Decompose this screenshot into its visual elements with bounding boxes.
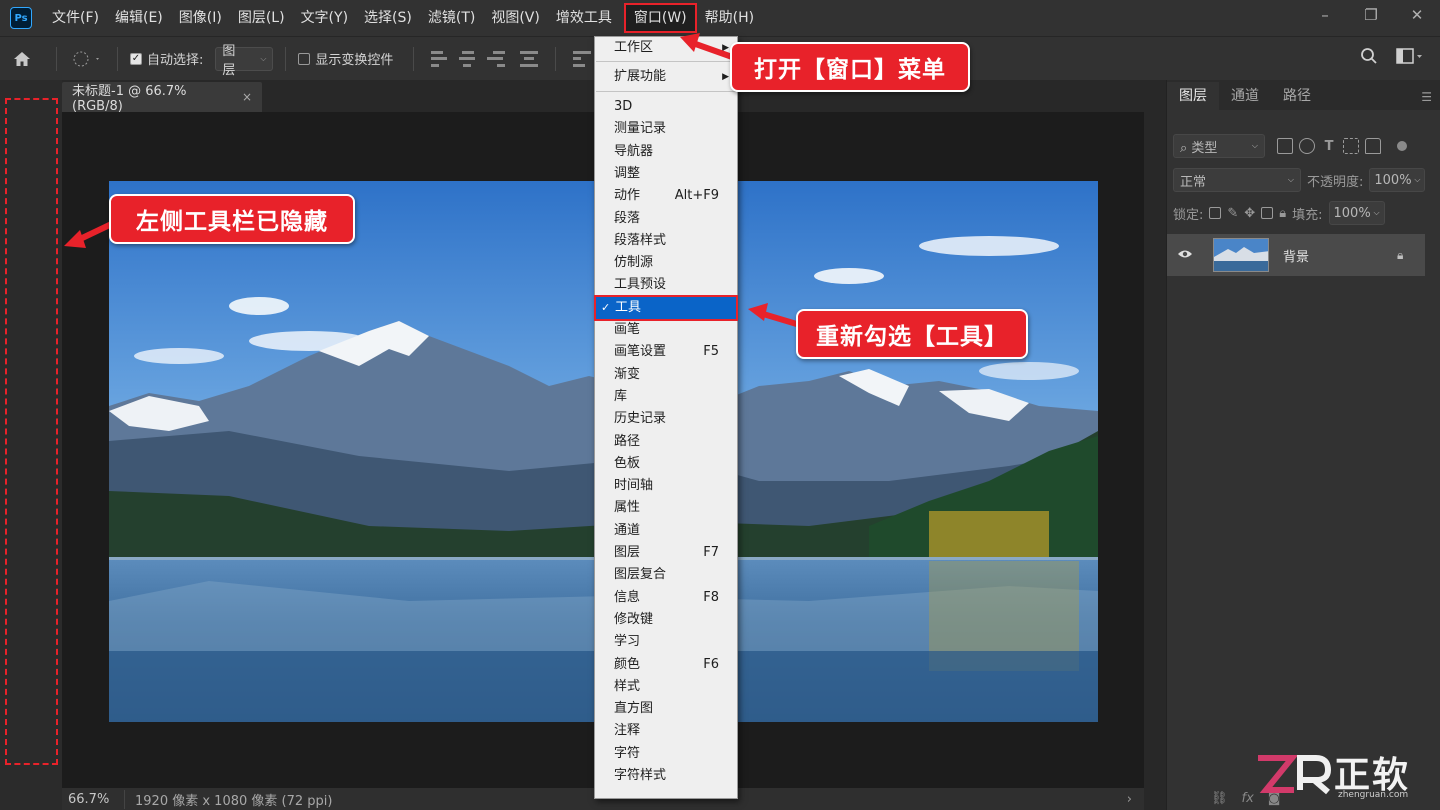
- arrow-to-tools-item: [748, 303, 801, 328]
- arrow-to-window-menu: [680, 33, 737, 61]
- callout-recheck-tools: 重新勾选【工具】: [796, 309, 1028, 359]
- annotation-arrows: [64, 33, 801, 328]
- callout-open-window-menu: 打开【窗口】菜单: [730, 42, 970, 92]
- watermark-logo: 正软 zhengruan.com: [1254, 746, 1430, 804]
- callout-toolbar-hidden: 左侧工具栏已隐藏: [109, 194, 355, 244]
- watermark-brand-url: zhengruan.com: [1338, 790, 1409, 800]
